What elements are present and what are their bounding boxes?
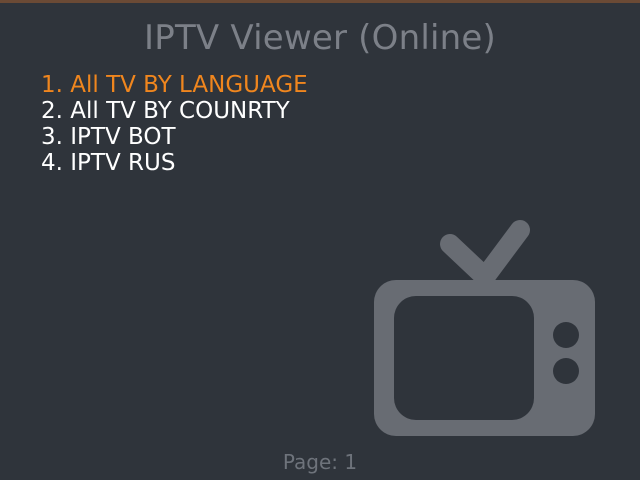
menu-item-all-tv-by-country[interactable]: 2. All TV BY COUNRTY [41,98,308,124]
app-title: IPTV Viewer (Online) [144,18,496,58]
top-border [0,0,640,3]
television-icon [374,220,595,436]
page-indicator: Page: 1 [282,450,358,474]
channel-menu: 1. All TV BY LANGUAGE 2. All TV BY COUNR… [41,72,308,176]
menu-item-iptv-bot[interactable]: 3. IPTV BOT [41,124,308,150]
menu-item-iptv-rus[interactable]: 4. IPTV RUS [41,150,308,176]
menu-item-all-tv-by-language[interactable]: 1. All TV BY LANGUAGE [41,72,308,98]
